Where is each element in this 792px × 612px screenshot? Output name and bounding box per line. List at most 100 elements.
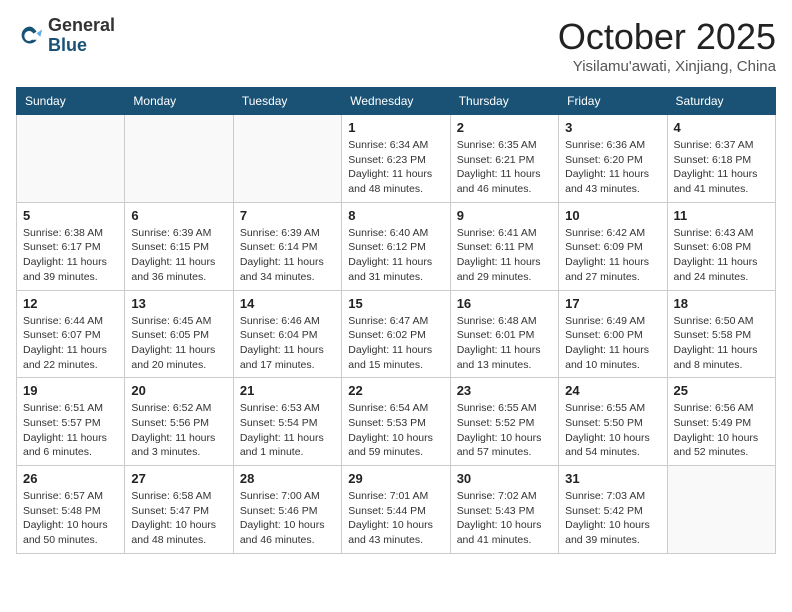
day-number: 31 [565, 471, 660, 486]
day-number: 26 [23, 471, 118, 486]
day-info: Sunrise: 6:52 AM Sunset: 5:56 PM Dayligh… [131, 401, 226, 460]
col-header-friday: Friday [559, 88, 667, 115]
day-info: Sunrise: 6:43 AM Sunset: 6:08 PM Dayligh… [674, 226, 769, 285]
calendar: SundayMondayTuesdayWednesdayThursdayFrid… [16, 87, 776, 554]
week-row-4: 19 Sunrise: 6:51 AM Sunset: 5:57 PM Dayli… [17, 378, 776, 466]
day-info: Sunrise: 6:57 AM Sunset: 5:48 PM Dayligh… [23, 489, 118, 548]
day-info: Sunrise: 6:42 AM Sunset: 6:09 PM Dayligh… [565, 226, 660, 285]
day-number: 10 [565, 208, 660, 223]
day-number: 29 [348, 471, 443, 486]
day-cell [667, 466, 775, 554]
day-info: Sunrise: 6:45 AM Sunset: 6:05 PM Dayligh… [131, 314, 226, 373]
day-info: Sunrise: 7:03 AM Sunset: 5:42 PM Dayligh… [565, 489, 660, 548]
day-cell: 9 Sunrise: 6:41 AM Sunset: 6:11 PM Daylig… [450, 202, 558, 290]
day-cell: 12 Sunrise: 6:44 AM Sunset: 6:07 PM Dayli… [17, 290, 125, 378]
day-number: 27 [131, 471, 226, 486]
day-info: Sunrise: 6:49 AM Sunset: 6:00 PM Dayligh… [565, 314, 660, 373]
col-header-tuesday: Tuesday [233, 88, 341, 115]
day-info: Sunrise: 6:36 AM Sunset: 6:20 PM Dayligh… [565, 138, 660, 197]
day-info: Sunrise: 6:44 AM Sunset: 6:07 PM Dayligh… [23, 314, 118, 373]
day-info: Sunrise: 6:54 AM Sunset: 5:53 PM Dayligh… [348, 401, 443, 460]
day-cell: 26 Sunrise: 6:57 AM Sunset: 5:48 PM Dayli… [17, 466, 125, 554]
day-number: 16 [457, 296, 552, 311]
week-row-5: 26 Sunrise: 6:57 AM Sunset: 5:48 PM Dayli… [17, 466, 776, 554]
day-number: 17 [565, 296, 660, 311]
day-info: Sunrise: 6:50 AM Sunset: 5:58 PM Dayligh… [674, 314, 769, 373]
day-info: Sunrise: 6:34 AM Sunset: 6:23 PM Dayligh… [348, 138, 443, 197]
day-cell: 7 Sunrise: 6:39 AM Sunset: 6:14 PM Daylig… [233, 202, 341, 290]
location: Yisilamu'awati, Xinjiang, China [558, 58, 776, 75]
day-number: 20 [131, 383, 226, 398]
day-info: Sunrise: 6:37 AM Sunset: 6:18 PM Dayligh… [674, 138, 769, 197]
col-header-thursday: Thursday [450, 88, 558, 115]
day-cell: 10 Sunrise: 6:42 AM Sunset: 6:09 PM Dayli… [559, 202, 667, 290]
day-cell: 28 Sunrise: 7:00 AM Sunset: 5:46 PM Dayli… [233, 466, 341, 554]
day-cell: 30Sunrise: 7:02 AM Sunset: 5:43 PM Dayli… [450, 466, 558, 554]
day-number: 12 [23, 296, 118, 311]
day-cell: 5Sunrise: 6:38 AM Sunset: 6:17 PM Daylig… [17, 202, 125, 290]
col-header-wednesday: Wednesday [342, 88, 450, 115]
day-info: Sunrise: 6:51 AM Sunset: 5:57 PM Dayligh… [23, 401, 118, 460]
day-number: 28 [240, 471, 335, 486]
day-info: Sunrise: 6:55 AM Sunset: 5:52 PM Dayligh… [457, 401, 552, 460]
col-header-monday: Monday [125, 88, 233, 115]
day-cell [233, 115, 341, 203]
day-cell [125, 115, 233, 203]
day-number: 11 [674, 208, 769, 223]
title-block: October 2025 Yisilamu'awati, Xinjiang, C… [558, 16, 776, 75]
day-cell: 16 Sunrise: 6:48 AM Sunset: 6:01 PM Dayli… [450, 290, 558, 378]
day-cell: 14Sunrise: 6:46 AM Sunset: 6:04 PM Dayli… [233, 290, 341, 378]
day-info: Sunrise: 6:46 AM Sunset: 6:04 PM Dayligh… [240, 314, 335, 373]
day-cell: 17 Sunrise: 6:49 AM Sunset: 6:00 PM Dayli… [559, 290, 667, 378]
day-cell: 20 Sunrise: 6:52 AM Sunset: 5:56 PM Dayli… [125, 378, 233, 466]
col-header-sunday: Sunday [17, 88, 125, 115]
day-info: Sunrise: 6:55 AM Sunset: 5:50 PM Dayligh… [565, 401, 660, 460]
calendar-header-row: SundayMondayTuesdayWednesdayThursdayFrid… [17, 88, 776, 115]
day-cell: 8Sunrise: 6:40 AM Sunset: 6:12 PM Daylig… [342, 202, 450, 290]
week-row-2: 5Sunrise: 6:38 AM Sunset: 6:17 PM Daylig… [17, 202, 776, 290]
day-cell: 18Sunrise: 6:50 AM Sunset: 5:58 PM Dayli… [667, 290, 775, 378]
day-cell: 6Sunrise: 6:39 AM Sunset: 6:15 PM Daylig… [125, 202, 233, 290]
day-info: Sunrise: 6:41 AM Sunset: 6:11 PM Dayligh… [457, 226, 552, 285]
day-number: 25 [674, 383, 769, 398]
day-number: 21 [240, 383, 335, 398]
day-info: Sunrise: 6:47 AM Sunset: 6:02 PM Dayligh… [348, 314, 443, 373]
day-number: 24 [565, 383, 660, 398]
day-cell: 13 Sunrise: 6:45 AM Sunset: 6:05 PM Dayli… [125, 290, 233, 378]
day-cell: 23Sunrise: 6:55 AM Sunset: 5:52 PM Dayli… [450, 378, 558, 466]
day-number: 6 [131, 208, 226, 223]
day-cell: 21Sunrise: 6:53 AM Sunset: 5:54 PM Dayli… [233, 378, 341, 466]
day-cell: 31 Sunrise: 7:03 AM Sunset: 5:42 PM Dayli… [559, 466, 667, 554]
day-number: 7 [240, 208, 335, 223]
day-cell: 25 Sunrise: 6:56 AM Sunset: 5:49 PM Dayli… [667, 378, 775, 466]
day-info: Sunrise: 6:39 AM Sunset: 6:14 PM Dayligh… [240, 226, 335, 285]
page-header: General Blue October 2025 Yisilamu'awati… [16, 16, 776, 75]
day-cell: 19 Sunrise: 6:51 AM Sunset: 5:57 PM Dayli… [17, 378, 125, 466]
day-number: 13 [131, 296, 226, 311]
day-cell: 4 Sunrise: 6:37 AM Sunset: 6:18 PM Daylig… [667, 115, 775, 203]
day-number: 30 [457, 471, 552, 486]
col-header-saturday: Saturday [667, 88, 775, 115]
day-info: Sunrise: 7:00 AM Sunset: 5:46 PM Dayligh… [240, 489, 335, 548]
day-cell: 1 Sunrise: 6:34 AM Sunset: 6:23 PM Daylig… [342, 115, 450, 203]
day-info: Sunrise: 6:40 AM Sunset: 6:12 PM Dayligh… [348, 226, 443, 285]
day-cell [17, 115, 125, 203]
day-cell: 2Sunrise: 6:35 AM Sunset: 6:21 PM Daylig… [450, 115, 558, 203]
day-cell: 22Sunrise: 6:54 AM Sunset: 5:53 PM Dayli… [342, 378, 450, 466]
day-info: Sunrise: 6:48 AM Sunset: 6:01 PM Dayligh… [457, 314, 552, 373]
day-info: Sunrise: 6:56 AM Sunset: 5:49 PM Dayligh… [674, 401, 769, 460]
day-cell: 24 Sunrise: 6:55 AM Sunset: 5:50 PM Dayli… [559, 378, 667, 466]
day-number: 19 [23, 383, 118, 398]
day-number: 15 [348, 296, 443, 311]
logo-icon [16, 22, 44, 50]
day-info: Sunrise: 6:58 AM Sunset: 5:47 PM Dayligh… [131, 489, 226, 548]
week-row-3: 12 Sunrise: 6:44 AM Sunset: 6:07 PM Dayli… [17, 290, 776, 378]
day-number: 9 [457, 208, 552, 223]
day-number: 4 [674, 120, 769, 135]
day-info: Sunrise: 7:01 AM Sunset: 5:44 PM Dayligh… [348, 489, 443, 548]
logo: General Blue [16, 16, 115, 56]
day-number: 1 [348, 120, 443, 135]
day-cell: 29 Sunrise: 7:01 AM Sunset: 5:44 PM Dayli… [342, 466, 450, 554]
day-cell: 15 Sunrise: 6:47 AM Sunset: 6:02 PM Dayli… [342, 290, 450, 378]
day-cell: 11 Sunrise: 6:43 AM Sunset: 6:08 PM Dayli… [667, 202, 775, 290]
